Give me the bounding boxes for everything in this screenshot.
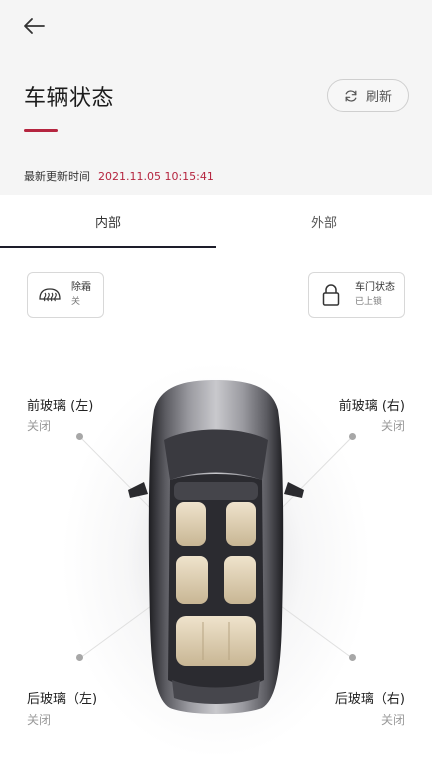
rear-right-window-label: 后玻璃（右)	[334, 692, 405, 707]
tab-exterior[interactable]: 外部	[216, 195, 432, 247]
title-underline	[24, 129, 58, 132]
front-left-window-status: 关闭	[27, 419, 52, 433]
update-time-row: 最新更新时间 2021.11.05 10:15:41	[24, 168, 214, 184]
rear-defrost-icon	[37, 285, 63, 305]
windshield	[164, 429, 268, 480]
front-left-window-label: 前玻璃 (左)	[27, 399, 94, 414]
rear-left-window-label: 后玻璃（左)	[27, 692, 98, 707]
front-right-window-status: 关闭	[380, 419, 405, 433]
door-text: 车门状态 已上锁	[355, 281, 395, 309]
update-time-label: 最新更新时间	[24, 170, 90, 183]
door-title: 车门状态	[355, 282, 395, 293]
rear-left-window-status: 关闭	[27, 713, 52, 727]
tab-interior[interactable]: 内部	[0, 195, 216, 247]
door-status: 已上锁	[355, 297, 383, 307]
refresh-label: 刷新	[365, 90, 392, 105]
second-row-right-seat	[224, 556, 256, 604]
left-mirror	[128, 482, 148, 498]
defrost-text: 除霜 关	[71, 281, 91, 309]
refresh-icon	[344, 89, 358, 103]
defrost-title: 除霜	[71, 282, 91, 293]
header-area: 车辆状态 刷新 最新更新时间 2021.11.05 10:15:41	[0, 0, 432, 195]
front-right-window-label: 前玻璃 (右)	[338, 399, 405, 414]
page-title: 车辆状态	[24, 86, 115, 111]
lock-icon	[321, 283, 341, 307]
refresh-button[interactable]: 刷新	[327, 79, 409, 112]
car-status-area: 前玻璃 (左) 关闭 前玻璃 (右) 关闭 后玻璃（左) 关闭 后玻璃（右) 关…	[0, 340, 432, 760]
tab-bar: 内部 外部	[0, 195, 432, 249]
front-left-seat	[176, 502, 206, 546]
arrow-left-icon	[22, 17, 46, 39]
update-time-value: 2021.11.05 10:15:41	[98, 170, 214, 183]
second-row-left-seat	[176, 556, 208, 604]
right-mirror	[284, 482, 304, 498]
front-right-window-dot[interactable]	[349, 433, 356, 440]
back-button[interactable]	[18, 14, 50, 42]
front-left-window-dot[interactable]	[76, 433, 83, 440]
rear-right-window-status: 关闭	[380, 713, 405, 727]
defrost-card[interactable]: 除霜 关	[27, 272, 104, 318]
rear-right-window-dot[interactable]	[349, 654, 356, 661]
dashboard	[174, 482, 258, 500]
defrost-status: 关	[71, 297, 81, 307]
front-right-seat	[226, 502, 256, 546]
tab-active-indicator	[0, 246, 216, 248]
rear-bench-seat	[176, 616, 256, 666]
rear-left-window-dot[interactable]	[76, 654, 83, 661]
door-status-card[interactable]: 车门状态 已上锁	[308, 272, 405, 318]
